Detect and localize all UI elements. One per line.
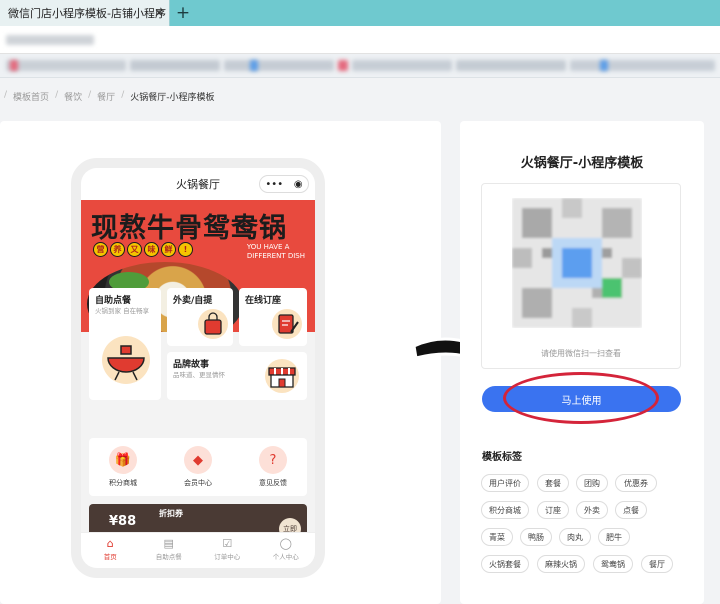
browser-tab[interactable]: 微信门店小程序模板-店铺小程序: [0, 0, 170, 26]
tile-brand-story[interactable]: 品牌故事 品味道、更显情怀: [167, 352, 307, 400]
tag-item[interactable]: 火锅套餐: [481, 555, 529, 573]
shopping-bag-icon: [198, 309, 228, 339]
quick-link-label: 积分商城: [109, 479, 137, 487]
question-icon: ?: [259, 446, 287, 474]
mini-tab-label: 首页: [103, 553, 117, 561]
user-icon: ◯: [279, 537, 292, 550]
use-now-button[interactable]: 马上使用: [482, 386, 681, 412]
banner-tag: 养: [110, 242, 125, 257]
quick-link-member-center[interactable]: ◆ 会员中心: [170, 446, 226, 488]
bookmarks-bar: [0, 54, 720, 78]
template-title: 火锅餐厅-小程序模板: [520, 156, 644, 171]
tags-heading: 模板标签: [482, 452, 522, 463]
new-tab-button[interactable]: +: [173, 0, 193, 26]
tag-item[interactable]: 团购: [576, 474, 608, 492]
close-circle-icon[interactable]: ◉: [294, 179, 303, 190]
tag-item[interactable]: 优惠券: [615, 474, 657, 492]
breadcrumb-item-current: 火锅餐厅-小程序模板: [130, 93, 215, 103]
hotpot-icon: [102, 336, 150, 384]
tag-item[interactable]: 点餐: [615, 501, 647, 519]
tile-self-order[interactable]: 自助点餐 火锅到家 自在畅享: [89, 288, 161, 400]
breadcrumb-separator: /: [4, 90, 8, 100]
tag-item[interactable]: 餐厅: [641, 555, 673, 573]
banner-english-text: YOU HAVE A DIFFERENT DISH: [246, 243, 305, 260]
address-bar[interactable]: [0, 26, 720, 54]
mini-program-nav-bar: 火锅餐厅 ••• ◉: [81, 168, 315, 200]
diamond-icon: ◆: [184, 446, 212, 474]
mini-tab-label: 订单中心: [214, 553, 241, 561]
coupon-title: 折扣券: [159, 509, 183, 518]
tag-item[interactable]: 鸳鸯锅: [593, 555, 633, 573]
tile-subtitle: 品味道、更显情怀: [173, 371, 225, 379]
breadcrumb-item-restaurant[interactable]: 餐厅: [97, 90, 115, 103]
breadcrumb-separator: /: [88, 90, 92, 100]
capsule-menu[interactable]: ••• ◉: [259, 175, 309, 193]
banner-tag: 又: [127, 242, 142, 257]
tile-title: 外卖/自提: [173, 296, 213, 306]
banner-tag: 营: [93, 242, 108, 257]
tag-item[interactable]: 套餐: [537, 474, 569, 492]
mini-tab-label: 个人中心: [272, 553, 299, 561]
browser-tab-title: 微信门店小程序模板-店铺小程序: [8, 7, 166, 20]
form-pen-icon: [272, 309, 302, 339]
order-check-icon: ☑: [222, 537, 233, 550]
close-icon[interactable]: ✕: [150, 0, 168, 26]
phone-preview: 火锅餐厅 ••• ◉ 现熬牛骨鸳鸯锅 营 养 又 味 鲜 ! YOU HAVE …: [71, 158, 325, 578]
quick-link-points-mall[interactable]: 🎁 积分商城: [95, 446, 151, 488]
tag-item[interactable]: 鸭肠: [520, 528, 552, 546]
mini-program-title: 火锅餐厅: [176, 178, 220, 191]
breadcrumb-separator: /: [55, 90, 59, 100]
banner-title: 现熬牛骨鸳鸯锅: [91, 213, 287, 244]
tag-item[interactable]: 肉丸: [559, 528, 591, 546]
breadcrumb-item-home[interactable]: 模板首页: [13, 90, 49, 103]
breadcrumb-separator: /: [121, 90, 125, 100]
mini-tab-orders[interactable]: ☑ 订单中心: [198, 533, 257, 568]
mini-tab-home[interactable]: ⌂ 首页: [81, 533, 140, 568]
quick-link-feedback[interactable]: ? 意见反馈: [245, 446, 301, 488]
mini-tab-label: 自助点餐: [155, 553, 182, 561]
breadcrumb: / 模板首页 / 餐饮 / 餐厅 / 火锅餐厅-小程序模板: [4, 90, 214, 103]
banner-tags: 营 养 又 味 鲜 !: [93, 242, 193, 257]
quick-link-label: 会员中心: [184, 479, 212, 487]
mini-tab-profile[interactable]: ◯ 个人中心: [257, 533, 316, 568]
browser-tab-strip: 微信门店小程序模板-店铺小程序 ✕ +: [0, 0, 720, 26]
tile-takeout[interactable]: 外卖/自提: [167, 288, 233, 346]
tag-item[interactable]: 肥牛: [598, 528, 630, 546]
tag-item[interactable]: 青菜: [481, 528, 513, 546]
qr-code-image: [512, 198, 642, 328]
mini-tab-self-order[interactable]: ▤ 自助点餐: [140, 533, 199, 568]
mini-tab-bar: ⌂ 首页 ▤ 自助点餐 ☑ 订单中心 ◯ 个人中心: [81, 532, 315, 568]
quick-links: 🎁 积分商城 ◆ 会员中心 ? 意见反馈: [89, 438, 307, 496]
quick-link-label: 意见反馈: [259, 479, 287, 487]
tag-item[interactable]: 积分商城: [481, 501, 529, 519]
gift-icon: 🎁: [109, 446, 137, 474]
coupon-value: ¥88: [109, 514, 137, 529]
tile-title: 在线订座: [245, 296, 282, 306]
tag-item[interactable]: 外卖: [576, 501, 608, 519]
qr-caption: 请使用微信扫一扫查看: [541, 349, 621, 358]
tile-subtitle: 火锅到家 自在畅享: [95, 307, 150, 315]
storefront-icon: [265, 359, 299, 393]
banner-tag: 鲜: [161, 242, 176, 257]
tile-reservation[interactable]: 在线订座: [239, 288, 307, 346]
more-icon[interactable]: •••: [265, 179, 283, 190]
tag-item[interactable]: 麻辣火锅: [537, 555, 585, 573]
breadcrumb-item-catering[interactable]: 餐饮: [64, 90, 82, 103]
menu-list-icon: ▤: [163, 537, 174, 550]
banner-tag: !: [178, 242, 193, 257]
banner-tag: 味: [144, 242, 159, 257]
tag-item[interactable]: 订座: [537, 501, 569, 519]
home-icon: ⌂: [106, 537, 114, 550]
tag-item[interactable]: 用户评价: [481, 474, 529, 492]
